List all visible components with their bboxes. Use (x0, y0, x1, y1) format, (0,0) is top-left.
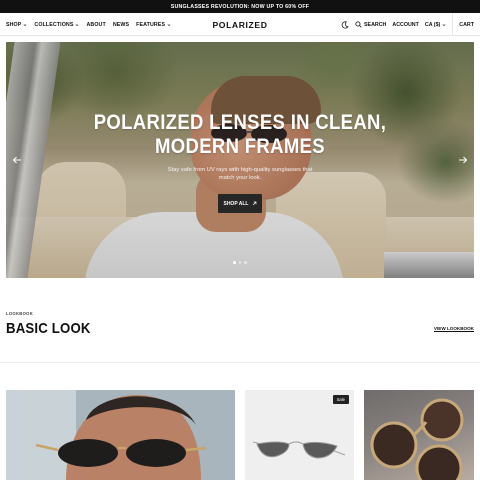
main-nav: Shop Collections About News Features (6, 13, 171, 36)
hero-title-line1: Polarized lenses in clean, (93, 110, 387, 134)
lookbook-card-closeup[interactable] (364, 390, 474, 480)
nav-item-shop[interactable]: Shop (6, 22, 27, 28)
account-label: Account (392, 21, 419, 28)
sale-badge: Sale (332, 395, 349, 404)
site-logo[interactable]: POLARIZED (212, 20, 267, 30)
slide-dot[interactable] (238, 261, 242, 264)
hero-slideshow: Polarized lenses in clean, modern frames… (6, 42, 474, 278)
hero-overlay (6, 42, 474, 278)
nav-item-collections[interactable]: Collections (34, 22, 79, 28)
view-lookbook-link[interactable]: View lookbook (434, 326, 474, 331)
lookbook-card-portrait[interactable] (6, 390, 235, 480)
nav-item-label: Collections (34, 21, 74, 28)
announcement-bar: Sunglasses revolution: now up to 60% off (0, 0, 480, 13)
chevron-down-icon (167, 23, 171, 26)
prev-slide-icon[interactable] (12, 155, 22, 165)
announcement-text: Sunglasses revolution: now up to 60% off (170, 3, 310, 10)
nav-item-features[interactable]: Features (136, 22, 171, 28)
nav-item-news[interactable]: News (113, 22, 129, 28)
arrow-up-right-icon (252, 201, 256, 206)
nav-item-about[interactable]: About (86, 22, 105, 28)
slide-dot[interactable] (244, 261, 247, 264)
cart-button[interactable]: Cart (459, 22, 474, 28)
nav-item-label: About (86, 21, 106, 28)
chevron-down-icon (76, 23, 79, 26)
header-divider (452, 13, 454, 36)
nav-item-label: News (112, 21, 130, 28)
chevron-down-icon (24, 23, 27, 26)
currency-selector[interactable]: CA ($) (425, 22, 446, 28)
account-link[interactable]: Account (392, 22, 418, 28)
slide-indicators (6, 261, 474, 264)
currency-label: CA ($) (424, 21, 441, 28)
section-divider (0, 362, 480, 363)
nav-item-label: Shop (6, 21, 22, 28)
sunglasses-closeup-image (370, 398, 464, 480)
moon-icon[interactable] (341, 20, 349, 29)
hero-subtitle: Stay safe from UV rays with high-quality… (167, 167, 313, 181)
nav-item-label: Features (136, 21, 166, 28)
lookbook-eyebrow: Lookbook (6, 311, 34, 316)
header-actions: Search Account CA ($) Cart (341, 13, 474, 36)
slide-dot[interactable] (233, 261, 236, 264)
search-button[interactable]: Search (355, 21, 386, 28)
next-slide-icon[interactable] (458, 155, 468, 165)
product-card-aviator[interactable]: Sale (245, 390, 354, 480)
shop-all-button[interactable]: Shop all (218, 194, 262, 213)
shop-all-label: Shop all (223, 200, 249, 207)
model-portrait-image (6, 390, 235, 480)
hero-title-line2: modern frames (155, 134, 325, 158)
search-icon (355, 21, 362, 28)
chevron-down-icon (442, 23, 446, 26)
hero-title: Polarized lenses in clean, modern frames (39, 110, 441, 158)
search-label: Search (364, 21, 387, 28)
cart-label: Cart (459, 21, 474, 28)
sale-badge-label: Sale (336, 397, 345, 402)
site-header: Shop Collections About News Features POL… (0, 13, 480, 36)
lookbook-title: Basic look (6, 320, 91, 337)
